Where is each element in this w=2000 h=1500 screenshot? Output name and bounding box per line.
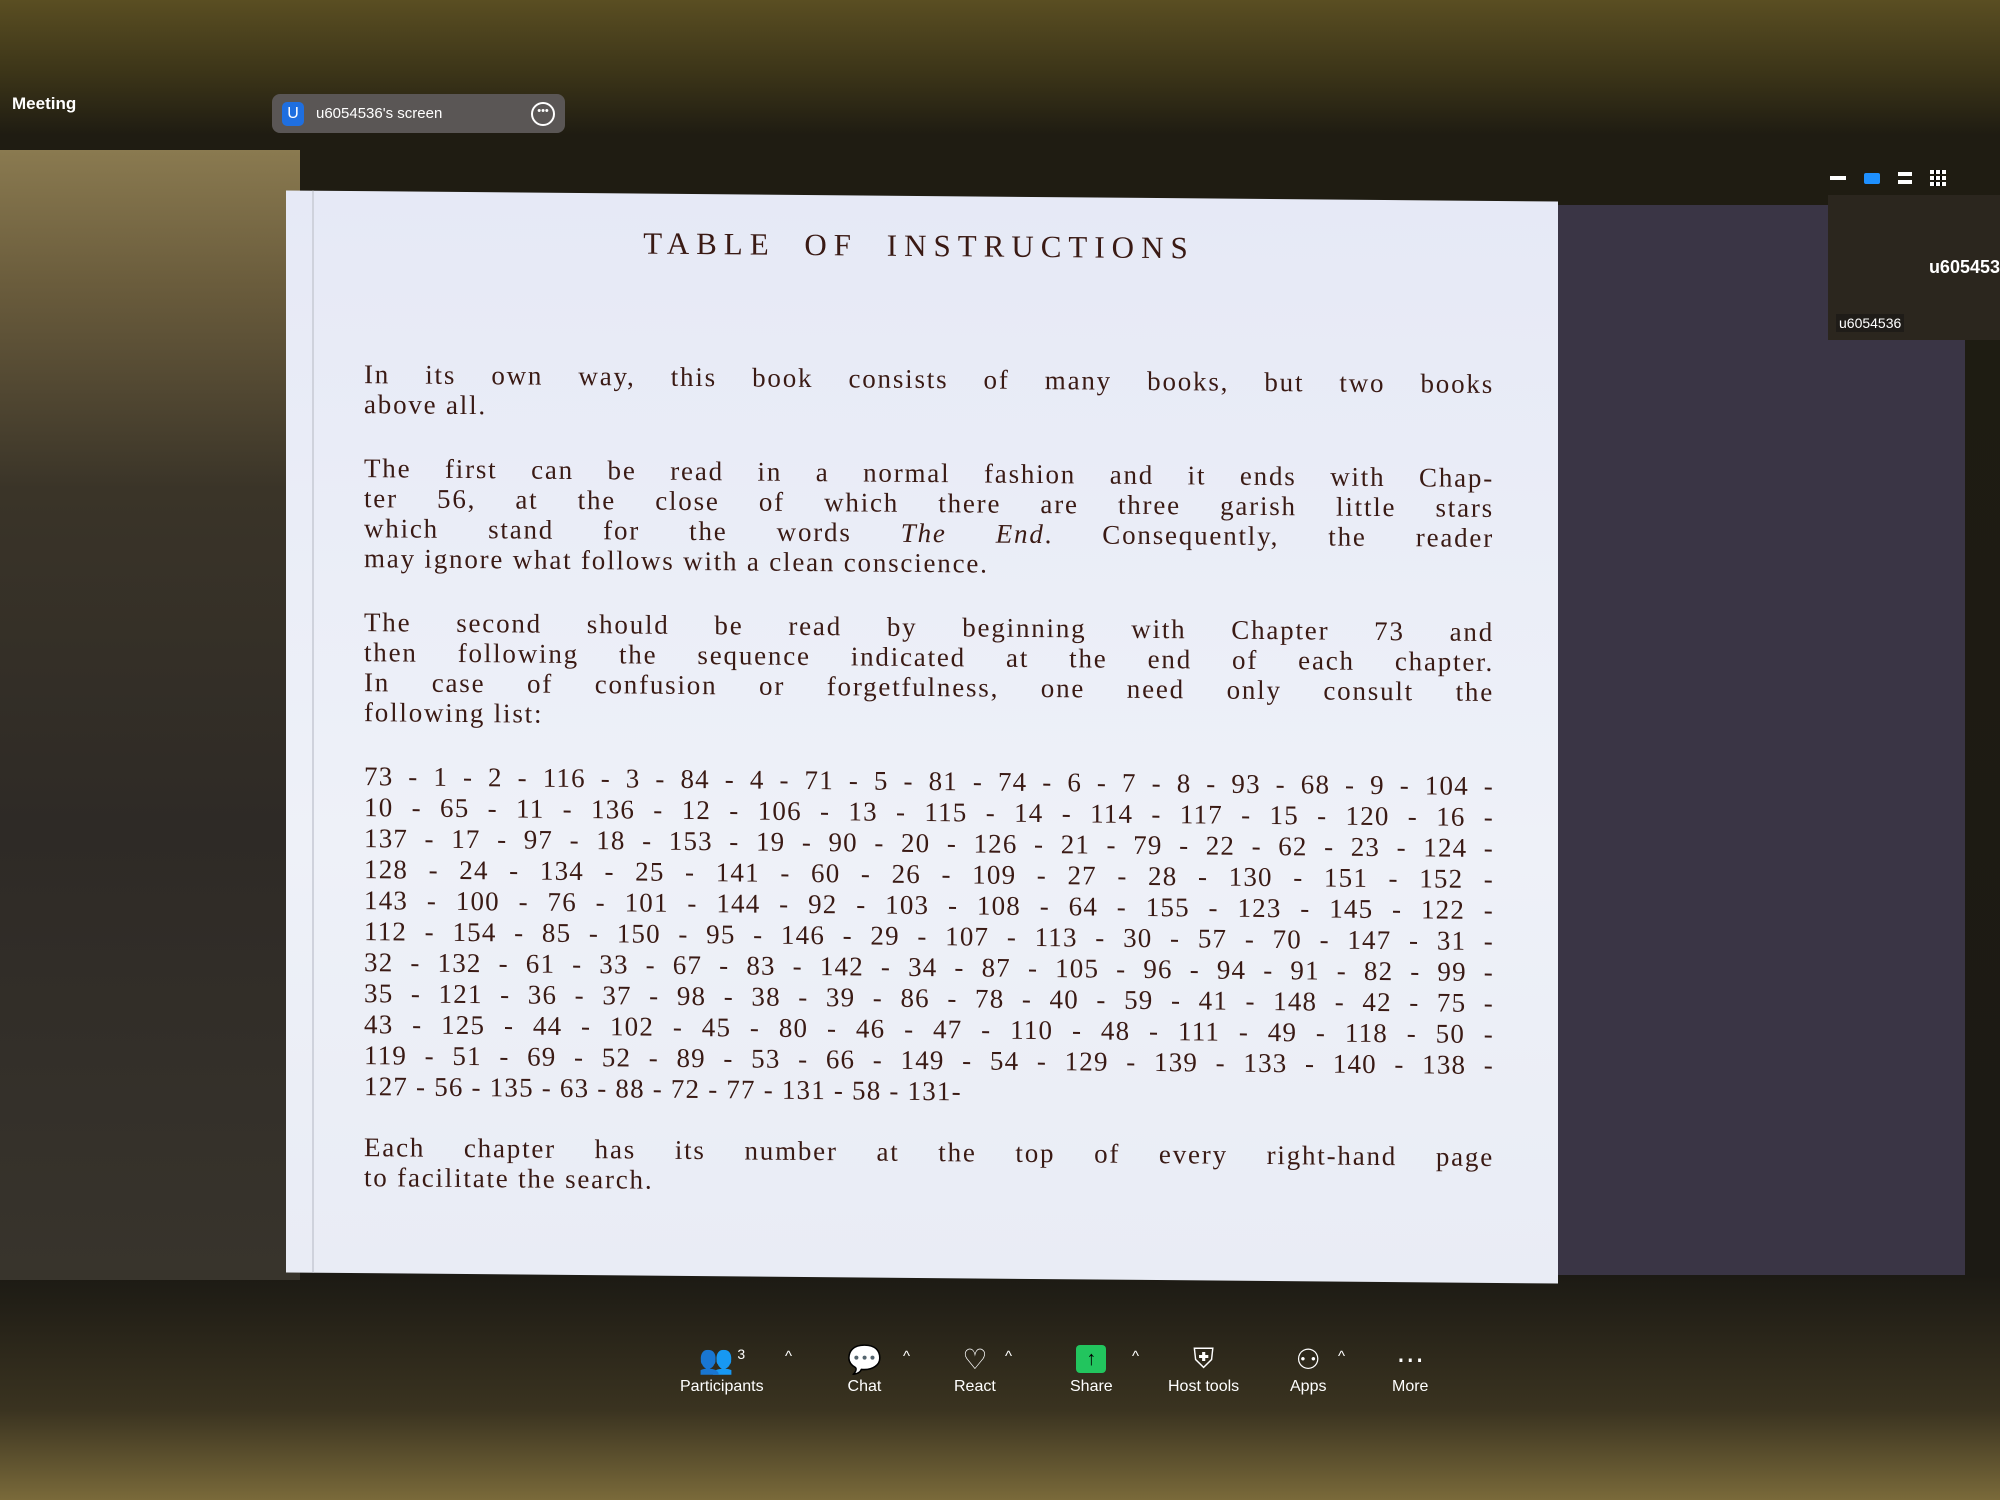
- gallery-view-icon[interactable]: [1930, 170, 1946, 186]
- share-arrow-icon: ↑: [1076, 1345, 1107, 1373]
- margin-rule: [312, 190, 314, 1273]
- screen-share-pill[interactable]: U u6054536's screen •••: [272, 94, 565, 133]
- more-button[interactable]: ⋯ More: [1392, 1340, 1428, 1396]
- more-options-icon[interactable]: •••: [531, 101, 555, 126]
- participant-thumbnail[interactable]: u605453 u6054536: [1828, 195, 2000, 340]
- paragraph-first-book: The first can be read in a normal fashio…: [364, 453, 1494, 583]
- chat-label: Chat: [847, 1378, 882, 1395]
- slide-title: TABLE OF INSTRUCTIONS: [643, 225, 1195, 266]
- participant-count: 3: [737, 1346, 746, 1362]
- react-button[interactable]: ♡ React: [954, 1340, 996, 1396]
- chapter-sequence-list: 73 - 1 - 2 - 116 - 3 - 84 - 4 - 71 - 5 -…: [364, 761, 1494, 1112]
- shared-screen-background: [1520, 205, 1965, 1275]
- heart-icon: ♡: [962, 1343, 988, 1375]
- more-label: More: [1392, 1378, 1429, 1395]
- avatar: U: [282, 101, 304, 126]
- room-wall: [0, 150, 300, 1280]
- apps-button[interactable]: ⚇ Apps: [1290, 1340, 1326, 1396]
- participants-label: Participants: [680, 1378, 764, 1395]
- participants-icon: 👥: [698, 1343, 734, 1375]
- chat-button[interactable]: 💬 Chat: [847, 1340, 882, 1396]
- meeting-toolbar: 👥 3 Participants ^ 💬 Chat ^ ♡ React ^ ↑ S…: [650, 1340, 1450, 1420]
- share-button[interactable]: ↑ Share: [1070, 1340, 1113, 1396]
- participants-caret-icon[interactable]: ^: [785, 1348, 792, 1365]
- share-label: Share: [1070, 1378, 1113, 1395]
- shared-slide: TABLE OF INSTRUCTIONS In its own way, th…: [286, 190, 1558, 1284]
- strip-view-icon[interactable]: [1898, 172, 1912, 184]
- more-icon: ⋯: [1396, 1343, 1425, 1375]
- text-span: which stand for the words: [364, 513, 901, 548]
- participant-name-large: u605453: [1928, 257, 2000, 277]
- window-title: Meeting: [12, 94, 77, 113]
- apps-caret-icon[interactable]: ^: [1338, 1348, 1345, 1365]
- paragraph-second-book: The second should be read by beginning w…: [364, 607, 1494, 737]
- minimize-icon[interactable]: [1830, 176, 1846, 180]
- apps-icon: ⚇: [1295, 1343, 1321, 1375]
- react-caret-icon[interactable]: ^: [1005, 1348, 1012, 1365]
- chat-caret-icon[interactable]: ^: [903, 1348, 910, 1365]
- the-end-italic: The End: [900, 517, 1045, 550]
- view-controls: [1830, 170, 1946, 186]
- paragraph-closing: Each chapter has its number at the top o…: [364, 1132, 1494, 1202]
- paragraph-intro: In its own way, this book consists of ma…: [364, 359, 1494, 429]
- react-label: React: [954, 1378, 996, 1395]
- shield-icon: ⛨: [1193, 1342, 1215, 1374]
- apps-label: Apps: [1290, 1378, 1327, 1395]
- share-caret-icon[interactable]: ^: [1132, 1348, 1139, 1365]
- host-tools-button[interactable]: ⛨ Host tools: [1168, 1340, 1239, 1396]
- host-tools-label: Host tools: [1168, 1378, 1240, 1395]
- chat-icon: 💬: [847, 1343, 882, 1375]
- share-pill-label: u6054536's screen: [316, 105, 443, 122]
- participant-name-label: u6054536: [1836, 314, 1905, 332]
- speaker-view-icon[interactable]: [1864, 172, 1880, 184]
- participants-button[interactable]: 👥 3 Participants: [680, 1340, 764, 1396]
- text-span: . Consequently, the reader: [1044, 519, 1495, 553]
